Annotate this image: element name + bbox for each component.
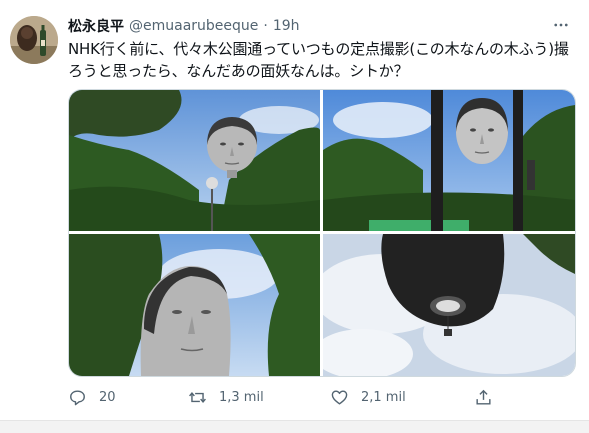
author-name[interactable]: 松永良平 [68, 16, 124, 36]
tweet-card[interactable]: 松永良平 @emuaarubeeque · 19h NHK行く前に、代々木公園通… [0, 0, 589, 420]
retweet-count: 1,3 mil [219, 389, 264, 405]
bottom-divider [0, 420, 589, 433]
photo-2[interactable] [323, 90, 575, 231]
separator-dot: · [263, 18, 268, 34]
author-handle[interactable]: @emuaarubeeque [129, 18, 258, 34]
more-icon [554, 23, 568, 27]
tweet-header: 松永良平 @emuaarubeeque · 19h [68, 15, 300, 37]
reply-count: 20 [99, 389, 116, 405]
share-icon [476, 389, 491, 405]
more-button[interactable] [548, 12, 574, 38]
like-icon [331, 389, 348, 405]
photo-3[interactable] [69, 234, 320, 376]
reply-icon [70, 389, 85, 405]
photo-1[interactable] [69, 90, 320, 231]
reply-button[interactable]: 20 [68, 384, 116, 410]
photo-4[interactable] [323, 234, 575, 376]
retweet-button[interactable]: 1,3 mil [188, 384, 264, 410]
tweet-timestamp[interactable]: 19h [273, 18, 300, 34]
media-grid [68, 89, 576, 377]
avatar[interactable] [10, 16, 58, 64]
tweet-text: NHK行く前に、代々木公園通っていつもの定点撮影(この木なんの木ふう)撮ろうと思… [68, 40, 569, 80]
like-button[interactable]: 2,1 mil [330, 384, 406, 410]
share-button[interactable] [474, 384, 493, 410]
like-count: 2,1 mil [361, 389, 406, 405]
tweet-actions: 20 1,3 mil 2,1 mil [68, 384, 508, 410]
retweet-icon [189, 391, 206, 403]
